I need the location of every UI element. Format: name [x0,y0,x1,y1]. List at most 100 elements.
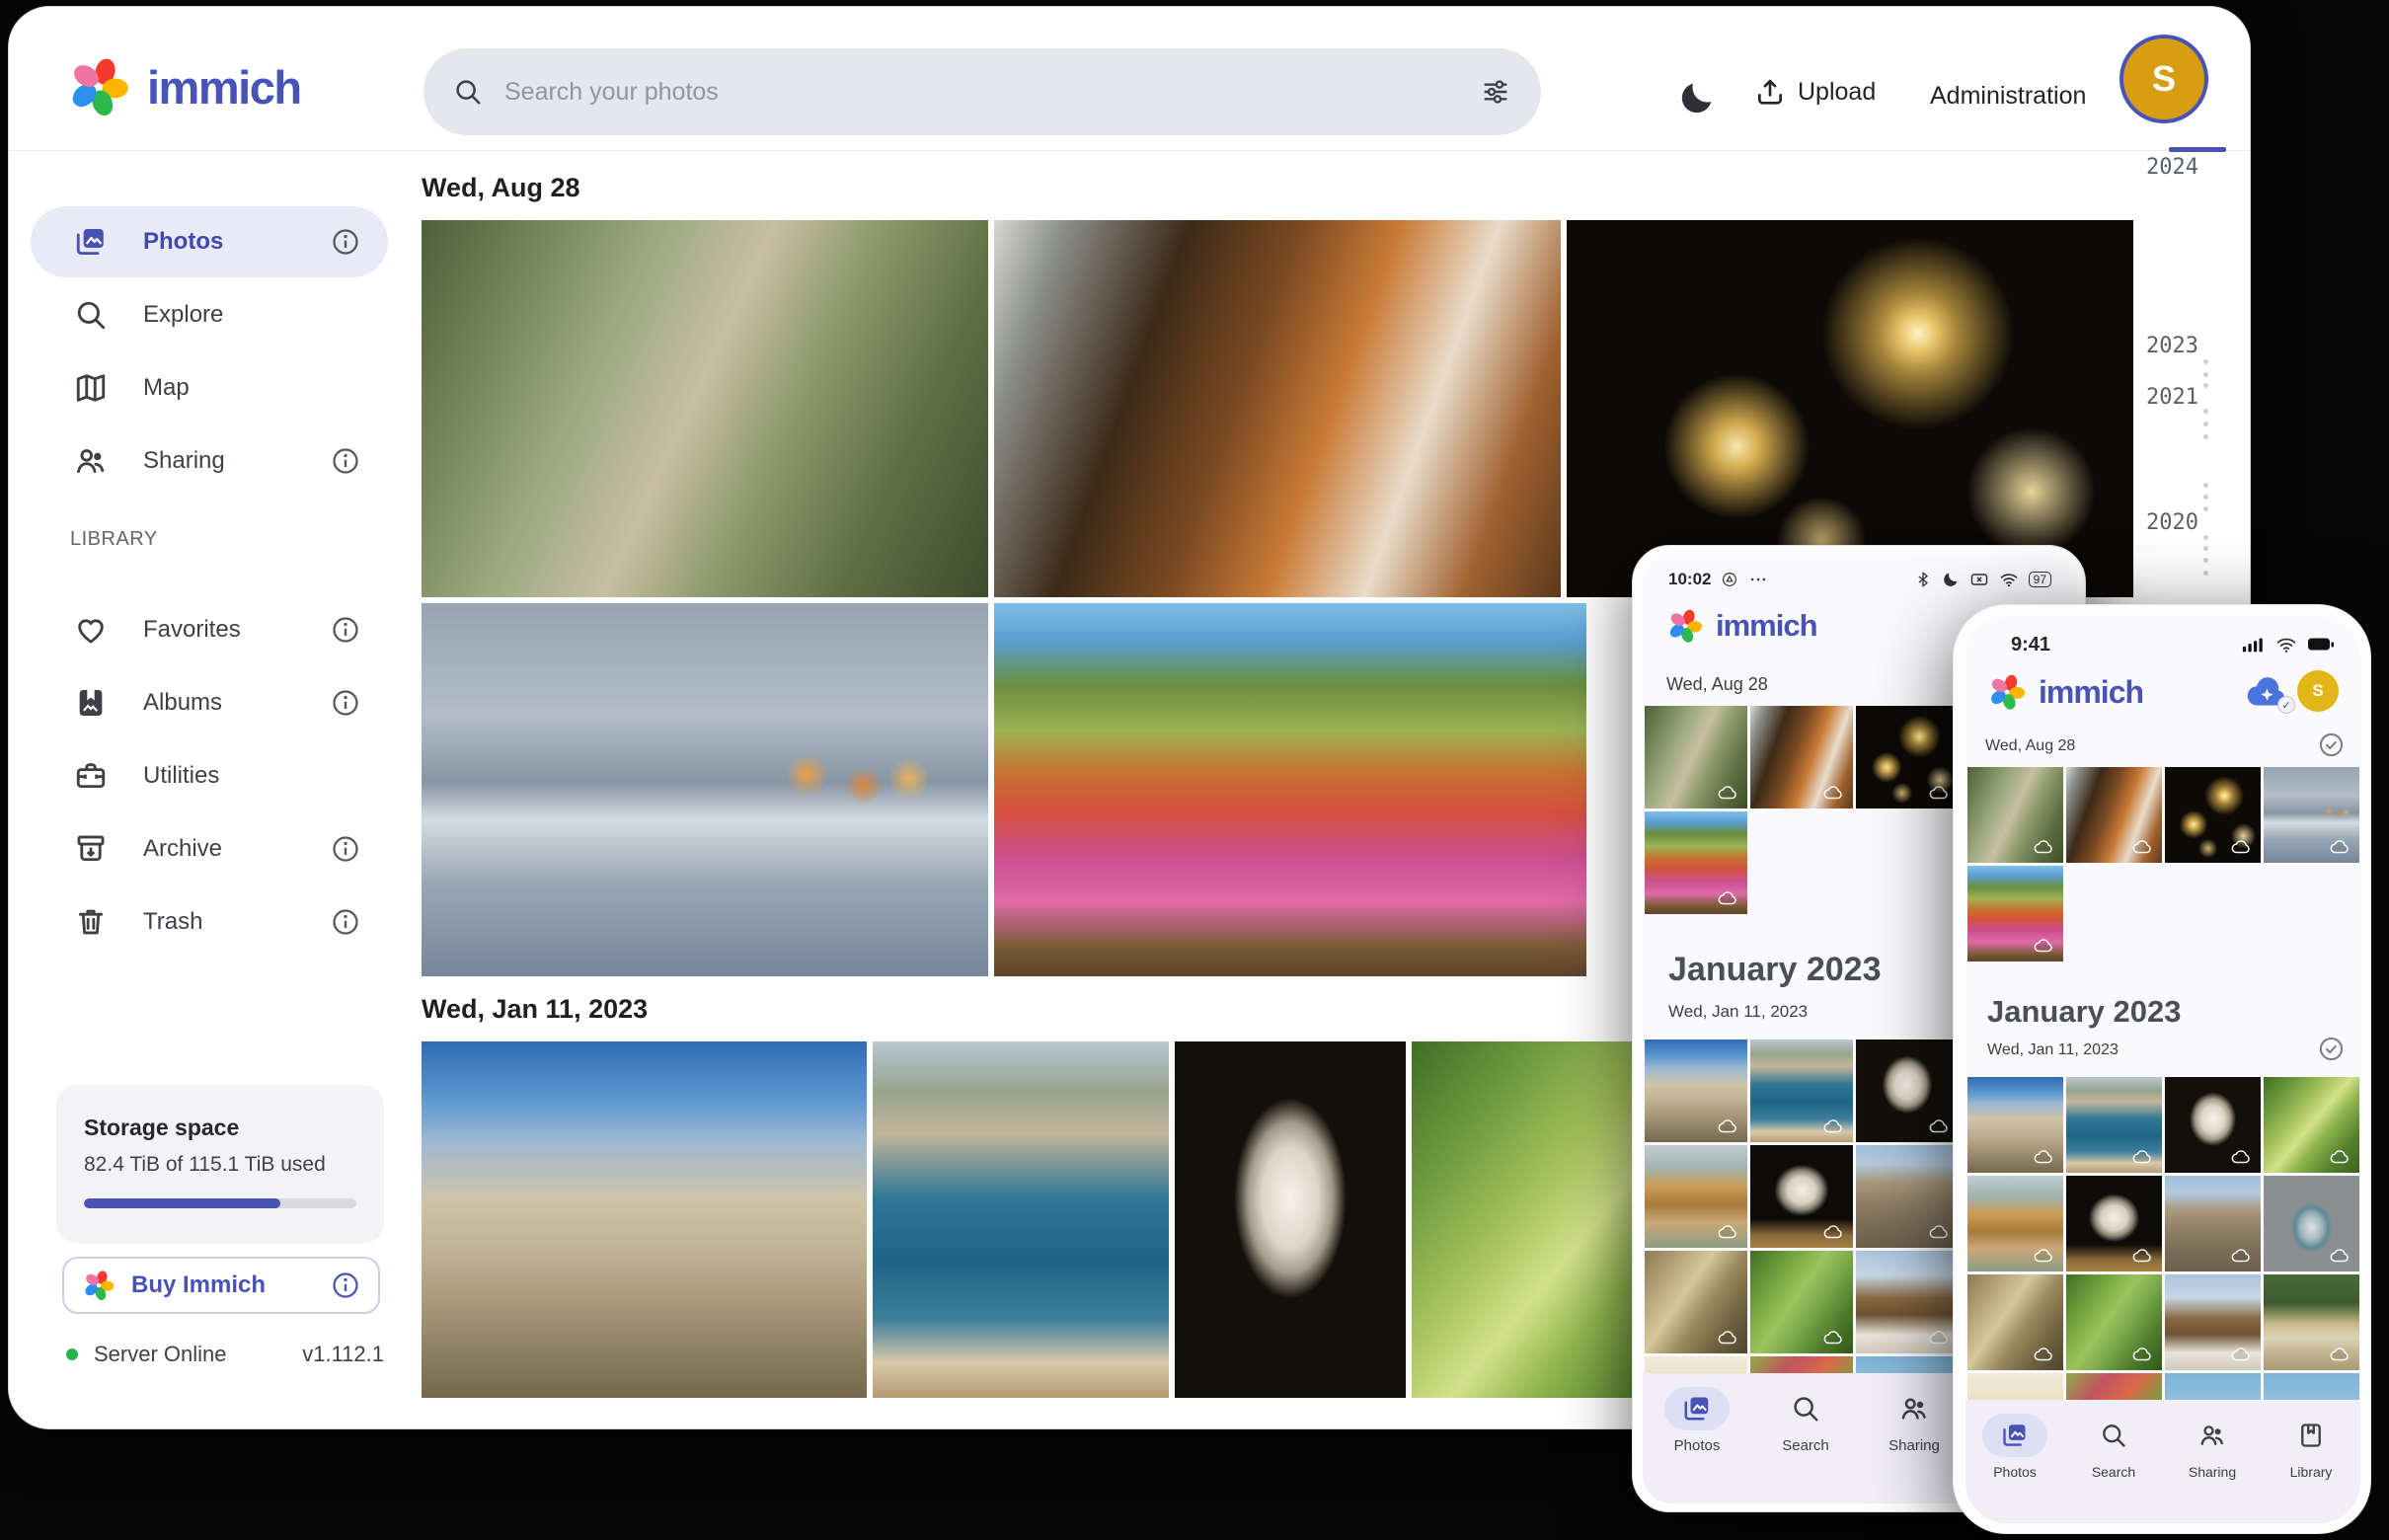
photo-fireworks[interactable] [2165,767,2261,863]
photo-zoo-monkeys[interactable] [422,220,988,597]
photo-castle-ruins[interactable] [1856,1145,1959,1248]
photo-beach-cliff[interactable] [1645,1145,1747,1248]
search-icon [1791,1394,1820,1424]
backup-status-button[interactable]: ✓ [2244,674,2289,710]
photo-marble-bust[interactable] [1175,1041,1406,1398]
sidebar-item-photos[interactable]: Photos [31,206,388,277]
info-icon[interactable] [331,688,360,718]
photo-coastal-town[interactable] [1750,1040,1853,1142]
photo-holding-hands[interactable] [422,603,988,976]
photo-castle-ruins[interactable] [2165,1176,2261,1271]
top-bar: immich Upload Administration S [9,7,2250,151]
info-icon[interactable] [331,907,360,937]
photo-marble-relief[interactable] [1750,1145,1853,1248]
cloud-synced-icon [2031,935,2056,957]
sidebar-item-utilities[interactable]: Utilities [31,740,388,811]
upload-button[interactable]: Upload [1754,76,1876,108]
cloud-synced-icon [1715,887,1740,909]
tab-photos[interactable]: Photos [1965,1400,2064,1523]
photo-coastal-town[interactable] [2066,1077,2162,1173]
photo-grid [1967,767,2360,962]
photo-dinner-table[interactable] [2066,767,2162,863]
administration-link[interactable]: Administration [1930,82,2086,111]
sidebar-item-favorites[interactable]: Favorites [31,594,388,665]
tab-photos[interactable]: Photos [1643,1373,1751,1503]
info-icon[interactable] [331,615,360,645]
select-all-icon[interactable] [2318,1036,2345,1062]
scrubber-tick [2203,383,2208,388]
photo-autumn-path[interactable] [994,603,1586,976]
immich-flower-icon [66,54,131,119]
theme-toggle-button[interactable] [1669,70,1725,125]
photo-lizard-ground[interactable] [1645,1251,1747,1353]
sidebar-item-archive[interactable]: Archive [31,813,388,885]
explore-icon [74,298,108,332]
immich-logo[interactable]: immich [66,54,301,119]
scrubber-handle[interactable] [2169,147,2226,152]
info-icon[interactable] [331,227,360,257]
cloud-synced-icon [2327,1344,2352,1365]
photo-row [422,220,2133,597]
info-icon[interactable] [331,834,360,864]
photo-fortress[interactable] [1967,1077,2063,1173]
cloud-synced-icon [1715,1221,1740,1243]
cloud-synced-icon [2228,1245,2254,1267]
photo-zoo-monkeys[interactable] [1645,706,1747,808]
search-filters-icon[interactable] [1480,76,1511,108]
photo-sea-grapes[interactable] [2264,1077,2359,1173]
battery-icon [2307,631,2335,658]
photo-fortress[interactable] [422,1041,867,1398]
search-input[interactable] [504,78,1458,107]
photo-marble-bust[interactable] [1856,1040,1959,1142]
sidebar-item-map[interactable]: Map [31,352,388,424]
wifi-icon [2275,634,2297,655]
buy-immich-button[interactable]: Buy Immich [62,1257,380,1314]
photo-farm-field[interactable] [2264,1274,2359,1370]
photo-marble-relief[interactable] [2066,1176,2162,1271]
photo-lizard-moss[interactable] [1750,1251,1853,1353]
sharing-icon [74,444,108,478]
sidebar-item-sharing[interactable]: Sharing [31,425,388,497]
select-all-icon[interactable] [2318,732,2345,758]
photo-row [422,1041,1787,1398]
immich-flower-icon [1987,672,2027,712]
tab-sharing[interactable]: Sharing [2163,1400,2262,1523]
photo-dinner-table[interactable] [994,220,1561,597]
photo-silver-ornament[interactable] [2264,1176,2359,1271]
sidebar-item-explore[interactable]: Explore [31,279,388,350]
phone2-screen: 9:41 immich ✓ S Wed, Aug 28 January 2023… [1965,617,2360,1523]
photo-winter-village[interactable] [1856,1251,1959,1353]
cloud-synced-icon [1715,782,1740,804]
photo-lizard-ground[interactable] [1967,1274,2063,1370]
cloud-synced-icon [2327,1146,2352,1168]
photo-beach-cliff[interactable] [1967,1176,2063,1271]
info-icon[interactable] [331,446,360,476]
search-bar[interactable] [424,48,1541,135]
sidebar-item-albums[interactable]: Albums [31,667,388,738]
photo-dinner-table[interactable] [1750,706,1853,808]
tab-search[interactable]: Search [1751,1373,1860,1503]
photo-marble-bust[interactable] [2165,1077,2261,1173]
photo-fireworks[interactable] [1567,220,2133,597]
storage-progressbar [84,1198,356,1208]
photo-autumn-path[interactable] [1645,811,1747,914]
photo-fireworks[interactable] [1856,706,1959,808]
scrubber-tick [2203,359,2208,364]
photo-holding-hands[interactable] [2264,767,2359,863]
sidebar-item-trash[interactable]: Trash [31,886,388,958]
tab-library[interactable]: Library [2262,1400,2360,1523]
photo-lizard-moss[interactable] [2066,1274,2162,1370]
photo-winter-village[interactable] [2165,1274,2261,1370]
cloud-synced-icon [2129,1146,2155,1168]
scrubber-tick [2203,422,2208,426]
tab-search[interactable]: Search [2064,1400,2163,1523]
photo-coastal-town[interactable] [873,1041,1169,1398]
date-group-header: Wed, Aug 28 [422,173,580,203]
user-avatar[interactable]: S [2297,670,2339,712]
photo-fortress[interactable] [1645,1040,1747,1142]
photo-autumn-path[interactable] [1967,866,2063,962]
no-sim-icon [1969,570,1989,589]
info-icon[interactable] [331,1270,360,1300]
wifi-icon [1999,570,2019,589]
photo-zoo-monkeys[interactable] [1967,767,2063,863]
